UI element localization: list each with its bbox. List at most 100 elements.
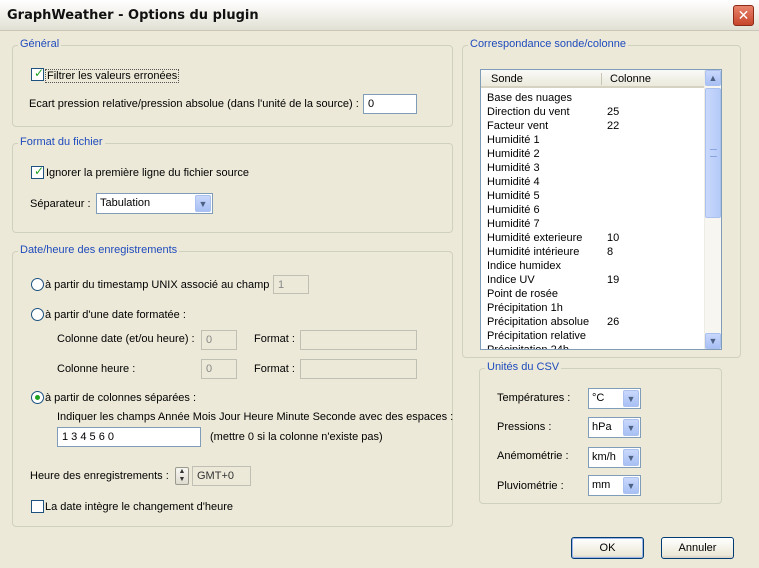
timezone-spinner[interactable]: ▲ ▼ [175, 467, 189, 485]
radio-unix-timestamp-label[interactable]: à partir du timestamp UNIX associé au ch… [45, 279, 275, 291]
chevron-down-icon[interactable]: ▼ [623, 390, 639, 407]
ignore-first-line-label[interactable]: Ignorer la première ligne du fichier sou… [46, 167, 249, 179]
sonde-cell: Humidité 2 [487, 148, 540, 160]
units-group-title: Unités du CSV [485, 361, 562, 373]
sonde-cell: Humidité intérieure [487, 246, 580, 258]
date-format-label: Format : [254, 333, 295, 345]
list-item[interactable]: Facteur vent 22 [487, 119, 701, 133]
date-column-label: Colonne date (et/ou heure) : [57, 333, 195, 345]
sonde-cell: Humidité 7 [487, 218, 540, 230]
window-title: GraphWeather - Options du plugin [7, 8, 259, 23]
sonde-cell: Base des nuages [487, 92, 573, 104]
columns-hint: Indiquer les champs Année Mois Jour Heur… [57, 411, 454, 423]
list-item[interactable]: Point de rosée [487, 287, 701, 301]
radio-separate-columns[interactable] [31, 391, 44, 404]
hour-format-input[interactable] [300, 359, 417, 379]
sonde-cell: Humidité exterieure [487, 232, 583, 244]
date-format-input[interactable] [300, 330, 417, 350]
list-item[interactable]: Humidité 1 [487, 133, 701, 147]
list-item[interactable]: Humidité exterieure 10 [487, 231, 701, 245]
close-icon: ✕ [737, 7, 750, 23]
record-time-label: Heure des enregistrements : [30, 470, 169, 482]
colonne-cell: 10 [607, 232, 620, 244]
timezone-input[interactable]: GMT+0 [192, 466, 251, 486]
mapping-list-header: Sonde Colonne [481, 70, 705, 88]
cancel-button[interactable]: Annuler [661, 537, 734, 559]
separator-label: Séparateur : [30, 198, 91, 210]
sonde-cell: Indice humidex [487, 260, 561, 272]
list-item[interactable]: Indice humidex [487, 259, 701, 273]
temperature-select[interactable]: °C ▼ [588, 388, 641, 409]
list-item[interactable]: Direction du vent 25 [487, 105, 701, 119]
checkmark-icon: ✓ [34, 66, 45, 80]
chevron-down-icon[interactable]: ▼ [623, 419, 639, 436]
hour-column-label: Colonne heure : [57, 363, 136, 375]
datetime-group-title: Date/heure des enregistrements [18, 244, 180, 256]
anemometry-value: km/h [592, 451, 616, 463]
dst-label[interactable]: La date intègre le changement d'heure [45, 501, 233, 513]
chevron-down-icon[interactable]: ▼ [623, 477, 639, 494]
list-item[interactable]: Humidité 3 [487, 161, 701, 175]
file-format-group: Format du fichier [12, 136, 453, 233]
spin-down-icon[interactable]: ▼ [179, 476, 186, 483]
mapping-scrollbar[interactable]: ▲ ▼ [704, 70, 721, 349]
separator-value: Tabulation [100, 197, 151, 209]
sonde-cell: Humidité 4 [487, 176, 540, 188]
columns-input[interactable]: 1 3 4 5 6 0 [57, 427, 201, 447]
chevron-down-icon[interactable]: ▼ [623, 449, 639, 466]
scroll-thumb[interactable] [705, 88, 721, 218]
sonde-cell: Précipitation 1h [487, 302, 563, 314]
sonde-cell: Humidité 3 [487, 162, 540, 174]
radio-unix-timestamp[interactable] [31, 278, 44, 291]
mapping-rows: Base des nuages Direction du vent 25 Facteu… [487, 91, 701, 349]
scroll-down-button[interactable]: ▼ [705, 333, 721, 349]
list-item[interactable]: Humidité 7 [487, 217, 701, 231]
list-item[interactable]: Précipitation absolue 26 [487, 315, 701, 329]
list-item[interactable]: Humidité 2 [487, 147, 701, 161]
general-group-title: Général [18, 38, 62, 50]
close-button[interactable]: ✕ [733, 5, 754, 26]
pressure-offset-label: Ecart pression relative/pression absolue… [29, 98, 359, 110]
list-item[interactable]: Précipitation 1h [487, 301, 701, 315]
general-group: Général [12, 38, 453, 127]
columns-note: (mettre 0 si la colonne n'existe pas) [210, 431, 383, 443]
checkmark-icon: ✓ [34, 164, 45, 178]
spin-up-icon[interactable]: ▲ [179, 468, 186, 475]
date-column-input[interactable]: 0 [201, 330, 237, 350]
list-item[interactable]: Humidité 4 [487, 175, 701, 189]
hour-column-input[interactable]: 0 [201, 359, 237, 379]
rain-select[interactable]: mm ▼ [588, 475, 641, 496]
radio-formatted-date-label[interactable]: à partir d'une date formatée : [45, 309, 186, 321]
filter-checkbox[interactable]: ✓ [31, 66, 45, 81]
sonde-cell: Point de rosée [487, 288, 558, 300]
radio-formatted-date[interactable] [31, 308, 44, 321]
list-item[interactable]: Indice UV 19 [487, 273, 701, 287]
list-item[interactable]: Humidité intérieure 8 [487, 245, 701, 259]
dst-checkbox[interactable] [31, 500, 44, 513]
rain-label: Pluviométrie : [497, 480, 564, 492]
anemometry-select[interactable]: km/h ▼ [588, 447, 641, 468]
scroll-up-button[interactable]: ▲ [705, 70, 721, 86]
separator-select[interactable]: Tabulation ▼ [96, 193, 213, 214]
list-item[interactable]: Humidité 6 [487, 203, 701, 217]
filter-label[interactable]: Filtrer les valeurs erronées [45, 69, 180, 83]
pressure-offset-input[interactable]: 0 [363, 94, 417, 114]
ok-button[interactable]: OK [571, 537, 644, 559]
chevron-down-icon[interactable]: ▼ [195, 195, 211, 212]
mapping-list[interactable]: Sonde Colonne Base des nuages Direction d… [480, 69, 722, 350]
column-divider[interactable] [601, 73, 602, 85]
list-item[interactable]: Précipitation relative [487, 329, 701, 343]
pressure-select[interactable]: hPa ▼ [588, 417, 641, 438]
rain-value: mm [592, 479, 611, 491]
list-item[interactable]: Base des nuages [487, 91, 701, 105]
temperature-value: °C [592, 392, 605, 404]
unix-field-input[interactable]: 1 [273, 275, 309, 294]
ignore-first-line-checkbox[interactable]: ✓ [31, 164, 45, 179]
list-item[interactable]: Humidité 5 [487, 189, 701, 203]
list-item[interactable]: Précipitation 24h [487, 343, 701, 349]
column-header-colonne[interactable]: Colonne [610, 73, 651, 85]
radio-separate-columns-label[interactable]: à partir de colonnes séparées : [45, 392, 196, 404]
colonne-cell: 26 [607, 316, 620, 328]
column-header-sonde[interactable]: Sonde [491, 73, 523, 85]
sonde-cell: Humidité 6 [487, 204, 540, 216]
